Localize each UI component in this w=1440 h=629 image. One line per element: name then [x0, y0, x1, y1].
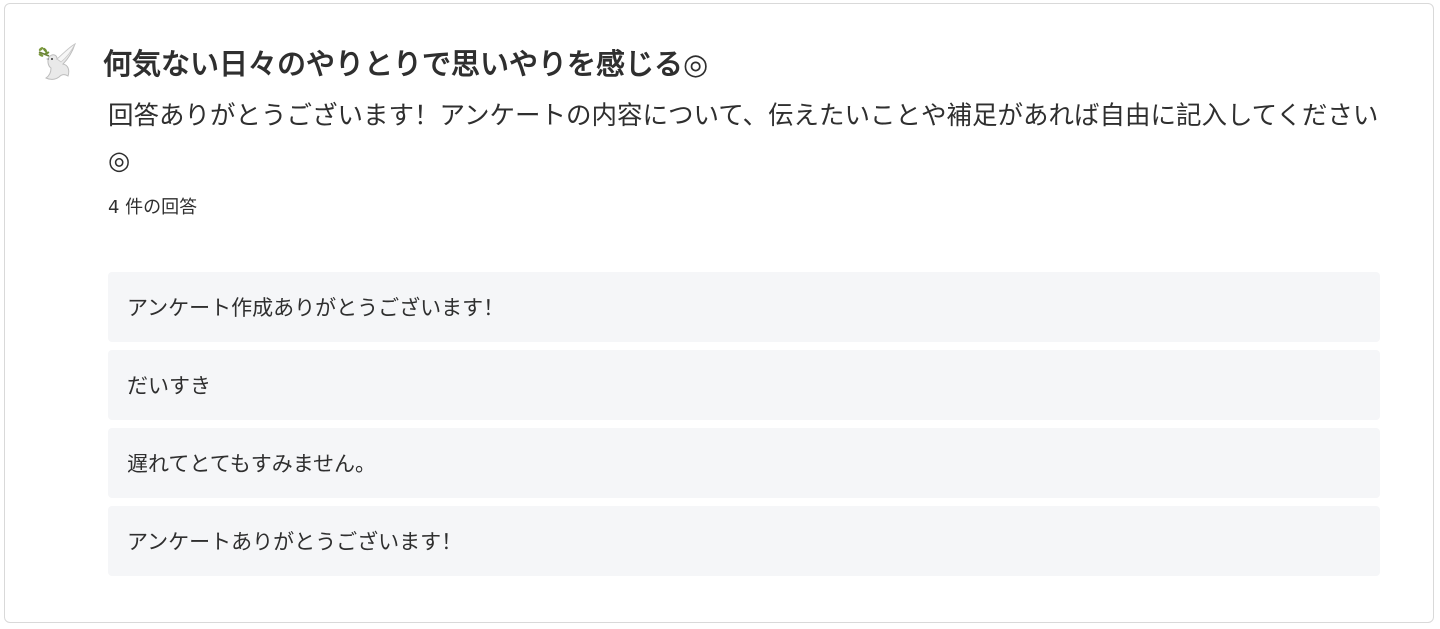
response-item: だいすき [108, 350, 1380, 420]
response-item: 遅れてとてもすみません。 [108, 428, 1380, 498]
response-count: 4 件の回答 [108, 197, 198, 218]
question-title: 何気ない日々のやりとりで思いやりを感じる◎ [103, 47, 709, 81]
response-item: アンケート作成ありがとうございます！ [108, 272, 1380, 342]
question-card: 何気ない日々のやりとりで思いやりを感じる◎ 回答ありがとうございます！アンケート… [4, 3, 1434, 623]
dove-icon [38, 42, 76, 80]
response-item: アンケートありがとうございます！ [108, 506, 1380, 576]
question-description: 回答ありがとうございます！アンケートの内容について、伝えたいことや補足があれば自… [108, 101, 1379, 176]
response-list: アンケート作成ありがとうございます！ だいすき 遅れてとてもすみません。 アンケ… [108, 272, 1380, 584]
